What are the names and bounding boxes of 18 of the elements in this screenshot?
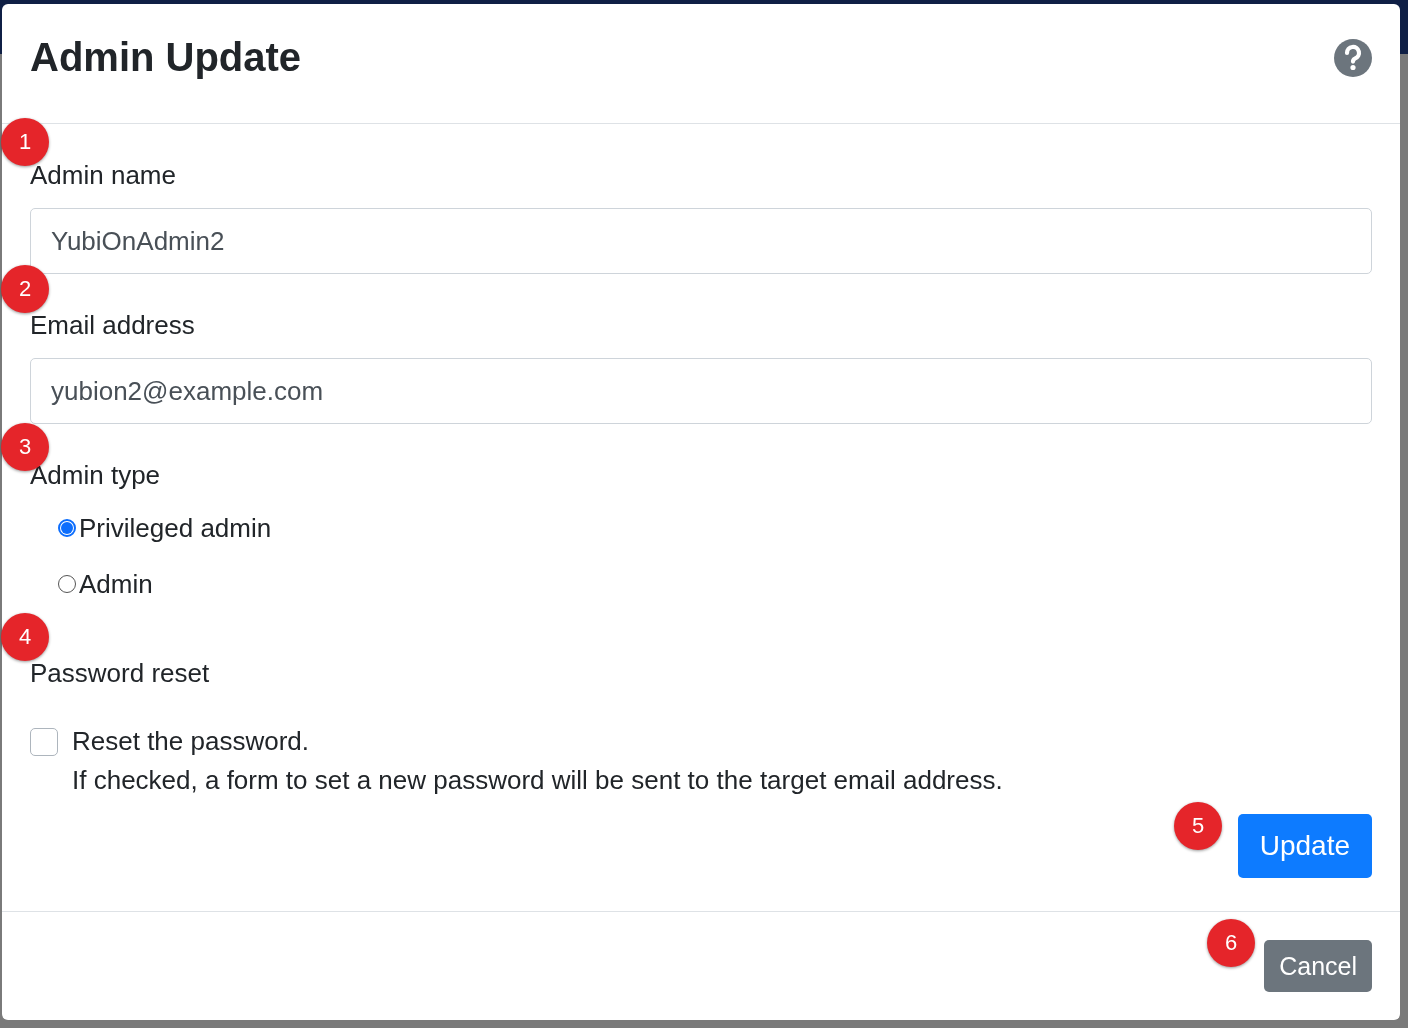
input-field[interactable]: yubion2@example.com [30, 358, 1372, 424]
callout-badge: 2 [1, 265, 49, 313]
checkbox-label[interactable]: Reset the password. [72, 726, 309, 757]
checkbox[interactable] [30, 727, 58, 756]
callout-badge: 4 [1, 613, 49, 661]
radio-button[interactable] [58, 575, 76, 593]
callout-badge: 1 [1, 118, 49, 166]
input-field[interactable]: YubiOnAdmin2 [30, 208, 1372, 274]
radio-label[interactable]: Privileged admin [79, 512, 272, 544]
help-icon[interactable] [1334, 38, 1372, 77]
cancel-button[interactable]: Cancel [1264, 940, 1372, 992]
callout-badge: 5 [1174, 802, 1222, 850]
update-button[interactable]: Update [1237, 814, 1372, 878]
callout-badge: 6 [1207, 919, 1255, 967]
radio-label[interactable]: Admin [79, 568, 153, 600]
help-text: If checked, a form to set a new password will be sent to the target email address. [72, 765, 1004, 796]
radio-button[interactable] [58, 519, 76, 537]
dialog-title: Admin Update [30, 35, 302, 80]
